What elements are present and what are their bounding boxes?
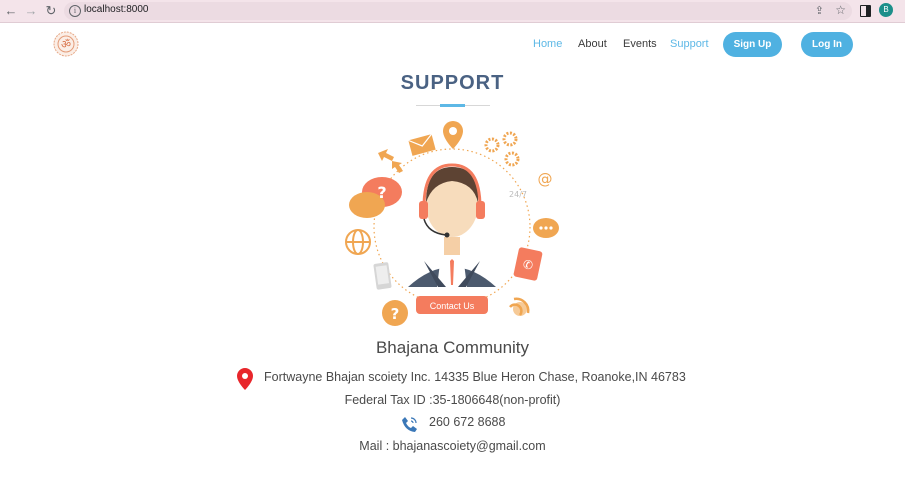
nav-home[interactable]: Home bbox=[533, 38, 562, 50]
address-text: Fortwayne Bhajan scoiety Inc. 14335 Blue… bbox=[264, 370, 686, 384]
bookmark-star-icon[interactable]: ☆ bbox=[835, 3, 846, 17]
title-divider-accent bbox=[440, 104, 465, 107]
site-info-icon[interactable]: i bbox=[69, 5, 81, 17]
nav-about[interactable]: About bbox=[578, 38, 607, 50]
clock-247-icon: 24/7 bbox=[509, 190, 527, 199]
address-bar[interactable]: i localhost:8000 ⇪ ☆ bbox=[64, 2, 852, 20]
url-text[interactable]: localhost:8000 bbox=[84, 4, 149, 15]
signup-button[interactable]: Sign Up bbox=[723, 32, 782, 57]
browser-toolbar: ← → ↻ i localhost:8000 ⇪ ☆ B bbox=[0, 0, 905, 23]
forward-arrow-icon[interactable]: → bbox=[23, 3, 39, 19]
phone-number[interactable]: 260 672 8688 bbox=[429, 415, 505, 429]
side-panel-icon[interactable] bbox=[860, 5, 871, 17]
gears-icon bbox=[484, 131, 520, 167]
arrows-icon bbox=[378, 149, 403, 173]
contact-us-button[interactable]: Contact Us bbox=[416, 296, 488, 314]
location-pin-icon bbox=[443, 121, 463, 149]
globe-icon bbox=[345, 229, 371, 255]
support-illustration: ? @ 24/7 ✆ ? Contact Us bbox=[345, 121, 559, 326]
phone-book-icon: ✆ bbox=[513, 247, 543, 281]
svg-text:✆: ✆ bbox=[523, 258, 533, 272]
svg-text:?: ? bbox=[391, 305, 400, 323]
signal-icon bbox=[509, 297, 530, 316]
support-agent-icon bbox=[408, 163, 496, 287]
share-icon[interactable]: ⇪ bbox=[815, 4, 824, 17]
envelope-icon bbox=[408, 133, 436, 156]
tax-id-text: Federal Tax ID :35-1806648(non-profit) bbox=[344, 393, 561, 407]
location-pin-icon bbox=[237, 368, 253, 390]
nav-support[interactable]: Support bbox=[670, 38, 709, 50]
help-bubble-icon: ? bbox=[382, 300, 408, 326]
question-bubble-icon: ? bbox=[349, 177, 402, 218]
mobile-phone-icon bbox=[373, 262, 392, 290]
mail-text[interactable]: Mail : bhajanascoiety@gmail.com bbox=[0, 439, 905, 453]
login-button[interactable]: Log In bbox=[801, 32, 853, 57]
contact-us-label[interactable]: Contact Us bbox=[430, 301, 475, 311]
back-arrow-icon[interactable]: ← bbox=[3, 3, 19, 19]
svg-text:?: ? bbox=[377, 183, 386, 202]
org-name: Bhajana Community bbox=[375, 338, 530, 357]
phone-icon bbox=[402, 417, 417, 432]
om-logo-icon[interactable]: ॐ bbox=[53, 31, 79, 57]
nav-events[interactable]: Events bbox=[623, 38, 657, 50]
svg-text:ॐ: ॐ bbox=[61, 38, 71, 51]
page-title: SUPPORT bbox=[400, 72, 505, 94]
at-sign-icon: @ bbox=[538, 170, 553, 188]
chat-bubble-icon bbox=[533, 218, 559, 238]
profile-avatar[interactable]: B bbox=[879, 3, 893, 17]
reload-icon[interactable]: ↻ bbox=[43, 3, 59, 19]
